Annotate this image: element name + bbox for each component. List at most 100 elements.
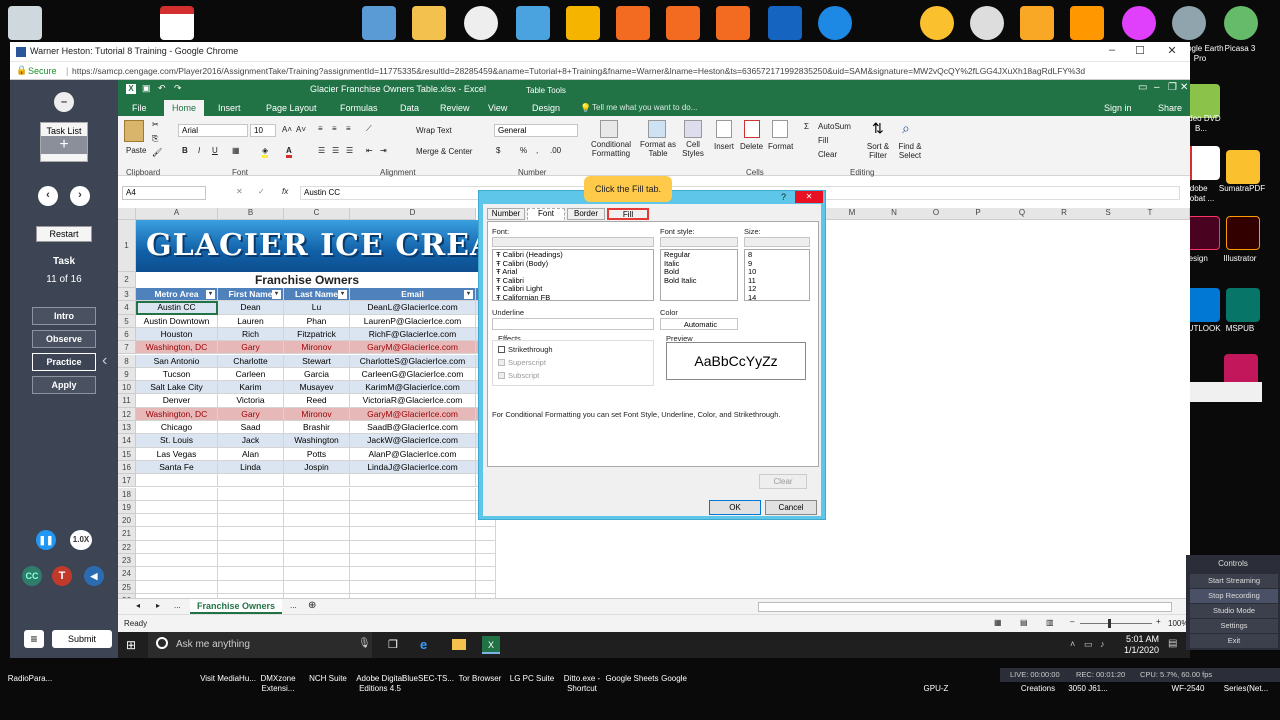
restart-button[interactable]: Restart (36, 226, 92, 242)
cc-button[interactable]: CC (22, 566, 42, 586)
apply-button[interactable]: Apply (32, 376, 96, 394)
table-header-cell[interactable]: First Name ▾ (218, 288, 284, 301)
table-cell[interactable]: DeanL@GlacierIce.com (350, 301, 476, 315)
row-header[interactable]: 6 (118, 327, 136, 342)
currency-icon[interactable]: $ (496, 146, 500, 155)
list-item[interactable]: 11 (748, 276, 806, 286)
align-top-icon[interactable]: ≡ (318, 124, 323, 133)
stop-recording-button[interactable]: Stop Recording (1190, 589, 1278, 603)
picasa-icon[interactable] (1224, 6, 1258, 40)
row-header[interactable]: 4 (118, 301, 136, 315)
table-cell[interactable]: LaurenP@GlacierIce.com (350, 314, 476, 328)
empty-cell[interactable] (284, 527, 350, 541)
clock-date[interactable]: 1/1/2020 (1124, 645, 1159, 655)
merge-center-button[interactable]: Merge & Center (416, 147, 472, 156)
borders-icon[interactable]: ▦ (232, 146, 240, 155)
table-cell[interactable]: Fitzpatrick (284, 327, 350, 342)
conditional-formatting-button[interactable]: Conditional Formatting (588, 140, 634, 158)
collapse-panel-arrow-icon[interactable]: ‹ (102, 352, 107, 370)
row-header[interactable]: 15 (118, 447, 136, 461)
studio-mode-button[interactable]: Studio Mode (1190, 604, 1278, 618)
table-cell[interactable]: VictoriaR@GlacierIce.com (350, 394, 476, 408)
tab-page-layout[interactable]: Page Layout (266, 100, 317, 116)
row-header[interactable]: 13 (118, 421, 136, 435)
row-header[interactable]: 8 (118, 354, 136, 368)
table-cell[interactable]: Karim (218, 381, 284, 395)
app-icon[interactable] (1186, 84, 1220, 118)
empty-cell[interactable] (350, 527, 476, 541)
monitor-icon[interactable] (768, 6, 802, 40)
network-tray-icon[interactable]: ▭ (1084, 639, 1093, 650)
menu-icon[interactable]: ≡ (24, 630, 44, 648)
table-cell[interactable]: Jospin (284, 460, 350, 475)
table-cell[interactable]: Charlotte (218, 354, 284, 368)
empty-cell[interactable] (218, 540, 284, 554)
row-header[interactable]: 11 (118, 394, 136, 408)
empty-cell[interactable] (350, 500, 476, 515)
empty-cell[interactable] (476, 580, 496, 594)
format-cells-button[interactable]: Format (768, 142, 793, 151)
row-header[interactable]: 14 (118, 434, 136, 448)
empty-cell[interactable] (284, 567, 350, 581)
collapse-icon[interactable]: – (54, 92, 74, 112)
empty-cell[interactable] (350, 580, 476, 594)
media-icon[interactable] (1070, 6, 1104, 40)
column-header[interactable]: T (1130, 208, 1170, 220)
tab-data[interactable]: Data (400, 100, 419, 116)
table-cell[interactable]: San Antonio (136, 354, 218, 368)
row-header[interactable]: 19 (118, 500, 136, 515)
empty-cell[interactable] (284, 500, 350, 515)
format-cells-icon[interactable] (772, 120, 788, 138)
table-cell[interactable]: SaadB@GlacierIce.com (350, 421, 476, 435)
insert-cells-button[interactable]: Insert (714, 142, 734, 151)
t-button[interactable]: T (52, 566, 72, 586)
table-cell[interactable]: Dean (218, 301, 284, 315)
empty-cell[interactable] (136, 487, 218, 501)
excel-minimize-icon[interactable]: – (1154, 82, 1160, 93)
app-icon[interactable] (920, 6, 954, 40)
excel-close-icon[interactable]: ✕ (1180, 82, 1188, 93)
edge-icon[interactable]: e (420, 637, 427, 652)
drive-icon[interactable] (566, 6, 600, 40)
app-icon[interactable] (666, 6, 700, 40)
empty-cell[interactable] (476, 527, 496, 541)
table-header-cell[interactable]: Email ▾ (350, 288, 476, 301)
normal-view-icon[interactable]: ▦ (994, 618, 1002, 627)
format-painter-icon[interactable]: 🖌 (152, 148, 162, 157)
insert-function-icon[interactable]: fx (282, 187, 288, 196)
zoom-slider[interactable] (1080, 623, 1152, 624)
next-sheet-icon[interactable]: ▸ (156, 601, 160, 610)
empty-cell[interactable] (350, 540, 476, 554)
undo-icon[interactable]: ↶ (158, 83, 166, 94)
pause-icon[interactable]: ❚❚ (36, 530, 56, 550)
table-cell[interactable]: KarimM@GlacierIce.com (350, 381, 476, 395)
column-header[interactable]: O (916, 208, 956, 220)
tab-border[interactable]: Border (567, 208, 605, 220)
itunes-icon[interactable] (1122, 6, 1156, 40)
sort-filter-button[interactable]: Sort & Filter (864, 142, 892, 160)
filter-dropdown-icon[interactable]: ▾ (272, 290, 281, 299)
align-middle-icon[interactable]: ≡ (332, 124, 337, 133)
more-sheets-left[interactable]: ... (174, 601, 181, 610)
folder-icon[interactable] (412, 6, 446, 40)
google-earth-icon[interactable] (1172, 6, 1206, 40)
tab-font[interactable]: Font (527, 208, 565, 220)
outlook-icon[interactable] (1186, 288, 1220, 322)
table-cell[interactable]: RichF@GlacierIce.com (350, 327, 476, 342)
prev-sheet-icon[interactable]: ◂ (136, 601, 140, 610)
font-name-select[interactable]: Arial (178, 124, 248, 137)
empty-cell[interactable] (476, 540, 496, 554)
page-break-view-icon[interactable]: ▥ (1046, 618, 1054, 627)
align-center-icon[interactable]: ☰ (332, 146, 339, 155)
row-header[interactable]: 7 (118, 341, 136, 355)
table-cell[interactable]: Reed (284, 394, 350, 408)
task-list-button[interactable]: Task List + (40, 122, 88, 162)
dialog-help-icon[interactable]: ? (781, 192, 786, 202)
row-header[interactable]: 22 (118, 540, 136, 554)
empty-cell[interactable] (218, 567, 284, 581)
tab-file[interactable]: File (132, 100, 147, 116)
row-header[interactable]: 10 (118, 381, 136, 395)
empty-cell[interactable] (218, 500, 284, 515)
url-text[interactable]: https://samcp.cengage.com/Player2016/Ass… (72, 66, 1182, 76)
back-arrow-icon[interactable]: ‹ (38, 186, 58, 206)
